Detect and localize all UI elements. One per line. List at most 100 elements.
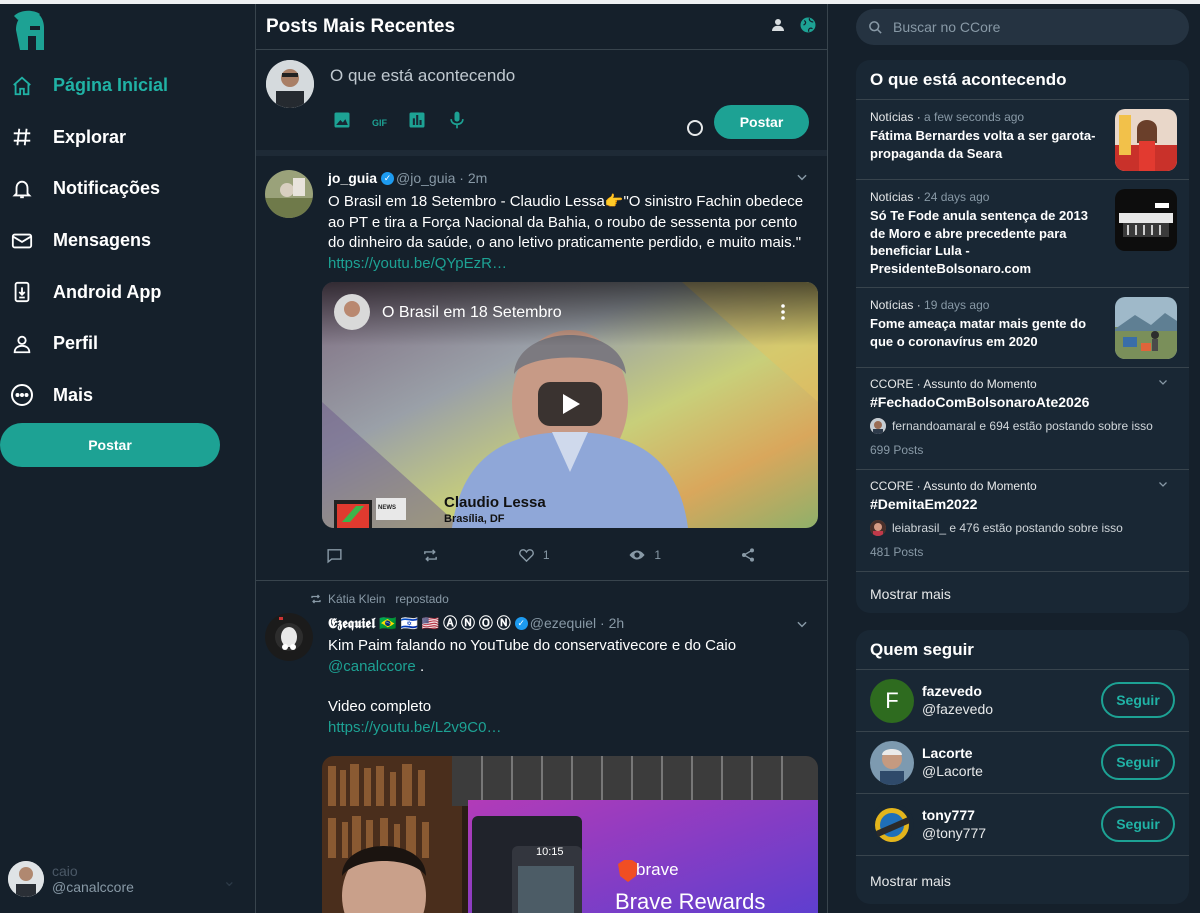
user-handle[interactable]: @fazevedo	[922, 701, 993, 717]
user-handle[interactable]: @Lacorte	[922, 763, 983, 779]
chevron-down-icon[interactable]	[1157, 478, 1169, 493]
news-item[interactable]: Notícias · a few seconds ago Fátima Bern…	[856, 100, 1189, 180]
tweet-avatar[interactable]	[265, 170, 313, 218]
author-handle[interactable]: @jo_guia	[396, 170, 455, 186]
tweet-text: O Brasil em 18 Setembro - Claudio Lessa👉…	[328, 192, 814, 274]
nav-messages[interactable]: Mensagens	[0, 215, 255, 267]
poll-icon[interactable]	[407, 110, 427, 135]
person-icon	[10, 332, 34, 356]
follow-button[interactable]: Seguir	[1101, 744, 1175, 780]
trend-item[interactable]: CCORE · Assunto do Momento #DemitaEm2022…	[856, 470, 1189, 572]
author-name[interactable]: jo_guia	[328, 170, 377, 186]
account-switcher[interactable]: caio @canalccore ⌄	[8, 859, 248, 899]
tweet-header: 𝕰𝖟𝖊𝖖𝖚𝖎𝖊𝖑 🇧🇷 🇮🇱 🇺🇸 Ⓐ Ⓝ Ⓞ Ⓝ ✓ @ezequiel · …	[328, 613, 625, 633]
image-icon[interactable]	[332, 110, 352, 135]
like-button[interactable]: 1	[518, 546, 550, 564]
chevron-down-icon[interactable]	[1157, 376, 1169, 391]
nav-profile[interactable]: Perfil	[0, 318, 255, 370]
nav-home[interactable]: Página Inicial	[0, 60, 255, 112]
tweet-link[interactable]: https://youtu.be/QYpEzR…	[328, 255, 507, 272]
tweet-avatar[interactable]	[265, 613, 313, 661]
news-item[interactable]: Notícias · 19 days ago Fome ameaça matar…	[856, 288, 1189, 368]
user-avatar[interactable]	[870, 741, 914, 785]
nav-more[interactable]: Mais	[0, 370, 255, 422]
account-avatar	[8, 861, 44, 897]
account-handle: @canalccore	[52, 879, 134, 895]
trend-item[interactable]: CCORE · Assunto do Momento #FechadoComBo…	[856, 368, 1189, 470]
user-avatar[interactable]: F	[870, 679, 914, 723]
following-filter-icon[interactable]	[769, 16, 787, 39]
chevron-down-icon[interactable]	[795, 617, 809, 634]
video-embed[interactable]: 10:15 brave Brave Rewards	[322, 756, 818, 913]
tweet-text-line: Video completo	[328, 698, 432, 715]
tweet[interactable]: Kátia Klein repostado 𝕰𝖟𝖊𝖖𝖚𝖎𝖊𝖑 🇧🇷 🇮🇱 🇺🇸 …	[256, 581, 827, 913]
mail-icon	[10, 229, 34, 253]
repost-label: repostado	[395, 592, 449, 606]
tweet-time[interactable]: 2h	[609, 615, 625, 631]
news-age: 24 days ago	[924, 190, 990, 204]
news-item[interactable]: Notícias · 24 days ago Só Te Fode anula …	[856, 180, 1189, 288]
user-name[interactable]: fazevedo	[922, 683, 982, 699]
news-thumbnail	[1115, 109, 1177, 171]
composer-post-button[interactable]: Postar	[714, 105, 809, 139]
views-indicator[interactable]: 1	[628, 546, 661, 564]
tweet-time[interactable]: 2m	[468, 170, 487, 186]
nav-notifications[interactable]: Notificações	[0, 163, 255, 215]
trend-hashtag[interactable]: #FechadoComBolsonaroAte2026	[870, 394, 1175, 410]
follow-suggestion[interactable]: F fazevedo @fazevedo Seguir	[856, 670, 1189, 732]
whats-happening-show-more[interactable]: Mostrar mais	[856, 572, 1189, 613]
microphone-icon[interactable]	[447, 110, 467, 135]
globe-icon[interactable]	[799, 16, 817, 39]
comment-icon	[327, 548, 342, 563]
user-name[interactable]: tony777	[922, 807, 975, 823]
follow-button[interactable]: Seguir	[1101, 682, 1175, 718]
more-circle-icon	[10, 383, 34, 407]
video-embed[interactable]: O Brasil em 18 Setembro NEWS Claudio Les…	[322, 282, 818, 528]
main-nav: Página Inicial Explorar Notificações Men…	[0, 60, 255, 421]
share-button[interactable]	[740, 546, 756, 564]
follow-button[interactable]: Seguir	[1101, 806, 1175, 842]
share-icon	[742, 548, 754, 562]
author-handle[interactable]: @ezequiel	[530, 615, 596, 631]
video-logo-text: NEWS	[378, 505, 396, 511]
trend-participants: leiabrasil_ e 476 estão postando sobre i…	[892, 521, 1123, 535]
chevron-down-icon[interactable]	[795, 170, 809, 187]
nav-profile-label: Perfil	[53, 333, 99, 354]
repost-button[interactable]	[422, 546, 439, 564]
who-to-follow-show-more[interactable]: Mostrar mais	[856, 856, 1189, 904]
follow-suggestion[interactable]: Lacorte @Lacorte Seguir	[856, 732, 1189, 794]
user-name[interactable]: Lacorte	[922, 745, 973, 761]
nav-android-app[interactable]: Android App	[0, 266, 255, 318]
right-sidebar: O que está acontecendo Notícias · a few …	[829, 4, 1200, 913]
follow-suggestion[interactable]: tony777 @tony777 Seguir	[856, 794, 1189, 856]
user-avatar[interactable]	[870, 803, 914, 847]
sidebar-post-button[interactable]: Postar	[0, 423, 220, 467]
news-source: Notícias	[870, 190, 914, 204]
tweet[interactable]: jo_guia ✓ @jo_guia · 2m O Brasil em 18 S…	[256, 156, 827, 581]
spartan-helmet-icon[interactable]	[10, 10, 46, 54]
gif-icon[interactable]: GIF	[372, 118, 387, 128]
trend-hashtag[interactable]: #DemitaEm2022	[870, 496, 1175, 512]
video-clock: 10:15	[536, 846, 564, 858]
mention-link[interactable]: @canalccore	[328, 658, 416, 675]
tweet-link[interactable]: https://youtu.be/L2v9C0…	[328, 719, 501, 736]
news-source: Notícias	[870, 110, 914, 124]
news-source: Notícias	[870, 298, 914, 312]
verified-badge-icon: ✓	[514, 616, 528, 630]
character-count-ring	[687, 120, 703, 136]
reply-button[interactable]	[326, 546, 343, 564]
left-sidebar: Página Inicial Explorar Notificações Men…	[0, 4, 255, 913]
video-title[interactable]: O Brasil em 18 Setembro	[382, 304, 562, 322]
user-handle[interactable]: @tony777	[922, 825, 986, 841]
bell-icon	[10, 177, 34, 201]
author-name[interactable]: 𝕰𝖟𝖊𝖖𝖚𝖎𝖊𝖑 🇧🇷 🇮🇱 🇺🇸 Ⓐ Ⓝ Ⓞ Ⓝ	[328, 613, 511, 633]
search-box[interactable]	[856, 9, 1189, 45]
composer-input[interactable]: O que está acontecendo	[330, 66, 515, 86]
tweet-text: Kim Paim falando no YouTube do conservat…	[328, 636, 814, 738]
search-input[interactable]	[893, 19, 1173, 35]
news-age: a few seconds ago	[924, 110, 1025, 124]
mention-suffix: .	[415, 657, 425, 675]
video-caption-name: Claudio Lessa	[444, 494, 546, 511]
repost-by[interactable]: Kátia Klein	[328, 592, 385, 606]
nav-explore[interactable]: Explorar	[0, 112, 255, 164]
